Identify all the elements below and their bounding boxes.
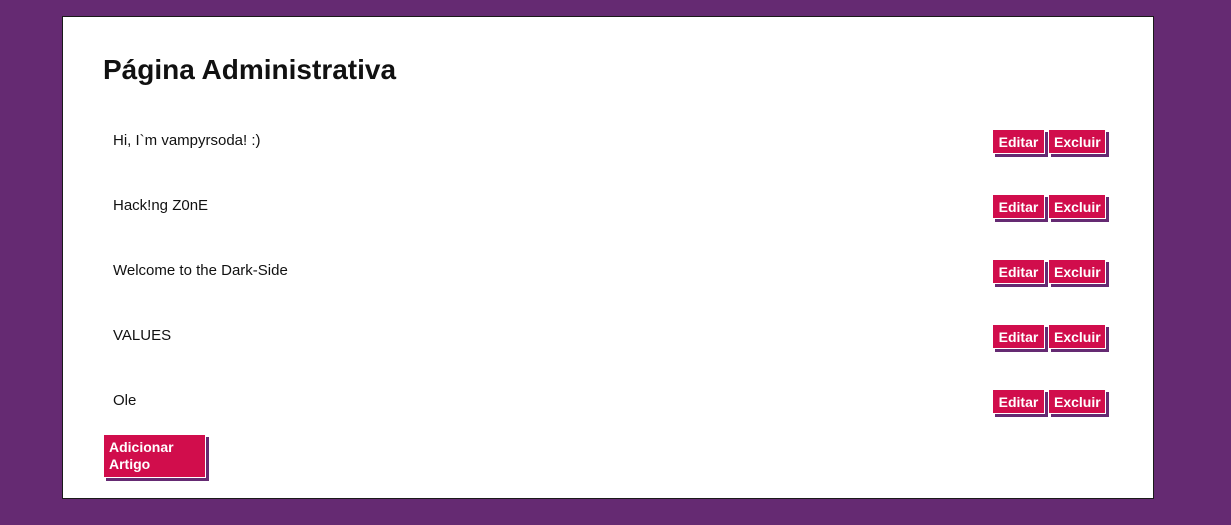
article-actions: Editar Excluir	[992, 389, 1109, 414]
article-title: Welcome to the Dark-Side	[113, 262, 288, 279]
edit-button[interactable]: Editar	[992, 259, 1045, 284]
edit-button[interactable]: Editar	[992, 324, 1045, 349]
delete-button[interactable]: Excluir	[1048, 389, 1106, 414]
add-article-button[interactable]: Adicionar Artigo	[103, 434, 206, 478]
article-title: Hi, I`m vampyrsoda! :)	[113, 132, 261, 149]
article-row: VALUES Editar Excluir	[113, 318, 1109, 383]
article-list: Hi, I`m vampyrsoda! :) Editar Excluir Ha…	[113, 123, 1109, 448]
article-actions: Editar Excluir	[992, 129, 1109, 154]
article-row: Hi, I`m vampyrsoda! :) Editar Excluir	[113, 123, 1109, 188]
admin-panel: Página Administrativa Hi, I`m vampyrsoda…	[62, 16, 1154, 499]
article-row: Hack!ng Z0nE Editar Excluir	[113, 188, 1109, 253]
article-row: Ole Editar Excluir	[113, 383, 1109, 448]
article-title: VALUES	[113, 327, 172, 344]
edit-button[interactable]: Editar	[992, 129, 1045, 154]
delete-button[interactable]: Excluir	[1048, 194, 1106, 219]
page-title: Página Administrativa	[103, 54, 397, 85]
article-actions: Editar Excluir	[992, 194, 1109, 219]
article-title: Ole	[113, 392, 137, 409]
edit-button[interactable]: Editar	[992, 194, 1045, 219]
article-row: Welcome to the Dark-Side Editar Excluir	[113, 253, 1109, 318]
edit-button[interactable]: Editar	[992, 389, 1045, 414]
article-title: Hack!ng Z0nE	[113, 197, 209, 214]
delete-button[interactable]: Excluir	[1048, 324, 1106, 349]
article-actions: Editar Excluir	[992, 259, 1109, 284]
delete-button[interactable]: Excluir	[1048, 259, 1106, 284]
delete-button[interactable]: Excluir	[1048, 129, 1106, 154]
article-actions: Editar Excluir	[992, 324, 1109, 349]
